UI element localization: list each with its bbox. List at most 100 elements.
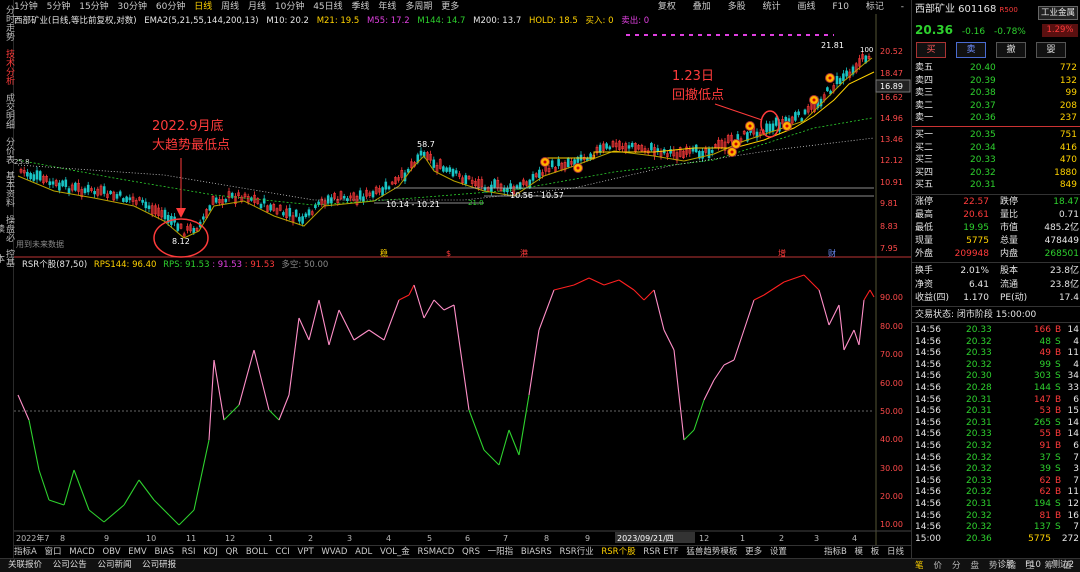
period-45day[interactable]: 45日线 [313, 0, 342, 14]
rsr-segment [398, 294, 410, 301]
panel-tab-5[interactable]: 指 [1008, 559, 1017, 571]
rsr-segment [368, 329, 385, 341]
time-axis-label: 2 [308, 534, 313, 543]
candle-body [464, 175, 468, 185]
period-1min[interactable]: 1分钟 [14, 0, 38, 14]
tick-count: 3 [1073, 464, 1079, 475]
time-axis-label: 3 [814, 534, 819, 543]
rsr-name[interactable]: RSR个股(87,50) [22, 260, 87, 270]
candle-body [58, 182, 61, 191]
candle-body [224, 199, 228, 203]
candle-body [358, 190, 362, 200]
period-15min[interactable]: 15分钟 [79, 0, 108, 14]
tool-multi-stock[interactable]: 多股 [728, 0, 746, 14]
panel-tab-0[interactable]: 笔 [915, 559, 924, 571]
link-company-news[interactable]: 公司新闻 [97, 559, 131, 572]
tick-price: 20.33 [966, 325, 992, 335]
panel-tab-7[interactable]: 筹 [1045, 559, 1054, 571]
stats-row: 最高 20.61 量比 0.71 [912, 209, 1080, 221]
bid-volume: 1880 [1054, 167, 1077, 178]
period-yearly[interactable]: 年线 [378, 0, 396, 14]
period-quarterly[interactable]: 季线 [352, 0, 370, 14]
ask-label: 卖三 [915, 88, 934, 99]
rsr-segment [253, 349, 270, 411]
period-monthly[interactable]: 月线 [248, 0, 266, 14]
book-divider [912, 126, 1080, 127]
candle-body [608, 146, 612, 150]
period-10min[interactable]: 10分钟 [275, 0, 304, 14]
low-label-line1: 2022.9月底 [152, 118, 224, 134]
tool-adjust[interactable]: 复权 [658, 0, 676, 14]
quick-trade-button[interactable]: 婴 [1036, 42, 1066, 58]
rsr-segment [268, 409, 280, 421]
tick-volume: 81 [1039, 510, 1051, 521]
tab-basic-info[interactable]: 基本资料 [0, 168, 14, 210]
bid-price: 20.32 [970, 167, 996, 178]
tool-mark[interactable]: 标记 [866, 0, 884, 14]
period-weekly[interactable]: 周线 [221, 0, 239, 14]
tool-minimize[interactable]: - [901, 0, 904, 14]
buy-signal-dot [576, 166, 580, 170]
buy-signal-dot [730, 150, 734, 154]
link-related-quotes[interactable]: 关联报价 [8, 559, 42, 572]
sector-badge[interactable]: 工业金属 [1038, 6, 1078, 20]
tool-stats[interactable]: 统计 [763, 0, 781, 14]
candle-body [122, 198, 125, 202]
tab-fundamentals[interactable]: 控基本 [0, 246, 14, 270]
link-company-announcements[interactable]: 公司公告 [53, 559, 87, 572]
tick-price: 20.31 [966, 417, 992, 428]
panel-tab-2[interactable]: 分 [952, 559, 961, 571]
candle-body [115, 194, 119, 199]
bid-label: 买四 [915, 167, 934, 178]
indicator-tabs: 指标A 窗口 MACD OBV EMV BIAS RSI KDJ QR BOLL… [14, 545, 911, 558]
price-axis-label: 10.91 [880, 178, 903, 187]
period-30min[interactable]: 30分钟 [118, 0, 147, 14]
tick-count: 14 [1067, 429, 1079, 440]
period-daily[interactable]: 日线 [194, 0, 212, 14]
panel-tab-6[interactable]: 主 [1026, 559, 1035, 571]
candle-body [51, 181, 55, 185]
tick-price: 20.33 [966, 429, 992, 440]
period-60min[interactable]: 60分钟 [156, 0, 185, 14]
tool-draw[interactable]: 画线 [797, 0, 815, 14]
ema-params[interactable]: EMA2(5,21,55,144,200,13) [144, 16, 258, 26]
panel-tab-4[interactable]: 势 [989, 559, 998, 571]
tool-f10[interactable]: F10 [832, 0, 849, 14]
tick-count: 7 [1073, 452, 1079, 463]
candle-body [707, 148, 711, 158]
tool-overlay[interactable]: 叠加 [693, 0, 711, 14]
rps144-value: RPS144: 96.40 [93, 260, 157, 270]
price-and-rsr-chart[interactable]: 2022.9月底大趋势最低点 1.23日回撤低点 21.81 100 58.7 8.12 1… [14, 0, 911, 545]
rsr-segment [38, 469, 50, 501]
sell-button[interactable]: 卖 [956, 42, 986, 58]
panel-tab-8[interactable]: 值 [1063, 559, 1072, 571]
cancel-order-button[interactable]: 撤 [996, 42, 1026, 58]
event-mark: 稳 [380, 248, 388, 258]
panel-tab-3[interactable]: 盘 [971, 559, 980, 571]
event-mark: 增 [778, 248, 786, 258]
link-company-research[interactable]: 公司研报 [142, 559, 176, 572]
tab-price-table[interactable]: 分价表 [0, 134, 14, 166]
rsr-segment [753, 294, 765, 301]
time-axis-label: 4 [386, 534, 391, 543]
stat-value: 19.95 [963, 223, 989, 233]
time-axis-label: 7 [503, 534, 508, 543]
tick-volume: 166 [1033, 325, 1051, 335]
period-more[interactable]: 更多 [441, 0, 459, 14]
tab-timeshare[interactable]: 分时走势 [0, 2, 14, 44]
period-multi[interactable]: 多周期 [405, 0, 432, 14]
candle-body [38, 171, 42, 181]
time-axis-label: 5 [427, 534, 432, 543]
tick-time: 14:56 [915, 359, 941, 370]
tick-time: 14:56 [915, 371, 941, 382]
tab-trade-details[interactable]: 成交明细 [0, 90, 14, 132]
tab-must-read[interactable]: 操盘必读 [0, 212, 14, 244]
panel-tab-1[interactable]: 价 [934, 559, 943, 571]
tab-technical-analysis[interactable]: 技术分析 [0, 46, 14, 88]
candle-body [192, 228, 196, 234]
stat-value: 485.2亿 [1044, 223, 1079, 233]
stat-label: 现量 [915, 236, 934, 246]
buy-button[interactable]: 买 [916, 42, 946, 58]
time-axis-label: 4 [852, 534, 857, 543]
period-5min[interactable]: 5分钟 [47, 0, 71, 14]
